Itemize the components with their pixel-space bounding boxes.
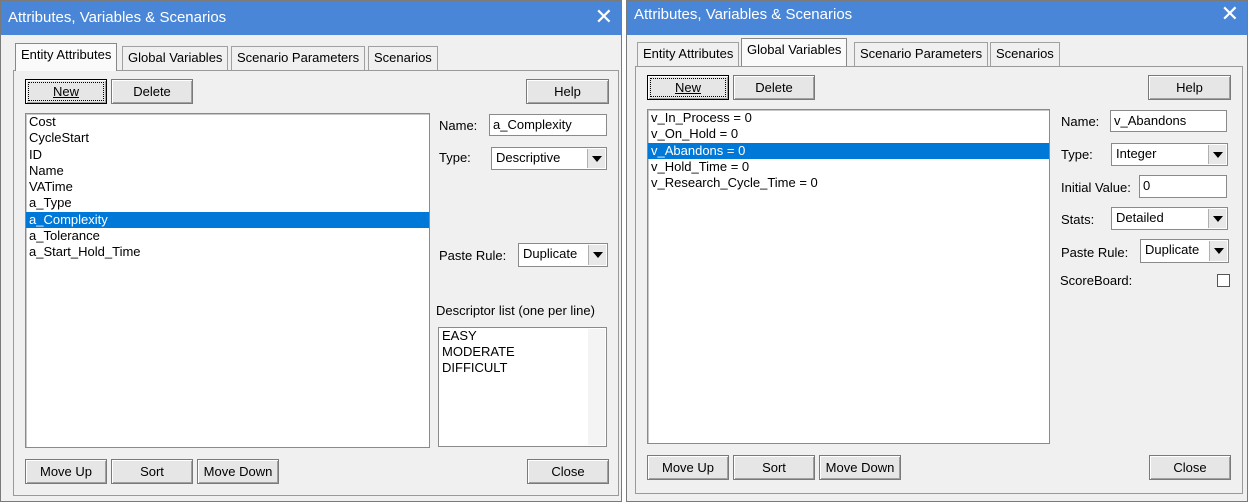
type-select-value: Integer: [1116, 146, 1157, 161]
window-title: Attributes, Variables & Scenarios: [8, 9, 227, 26]
descriptor-line: MODERATE: [442, 344, 515, 359]
window-title: Attributes, Variables & Scenarios: [634, 6, 853, 23]
close-icon[interactable]: ✕: [1221, 1, 1239, 27]
stats-select[interactable]: Detailed: [1111, 207, 1228, 230]
move-down-button[interactable]: Move Down: [197, 459, 279, 484]
attributes-list[interactable]: Cost CycleStart ID Name VATime a_Type a_…: [25, 113, 430, 448]
variables-list[interactable]: v_In_Process = 0 v_On_Hold = 0 v_Abandon…: [647, 109, 1050, 444]
chevron-down-icon: [1208, 209, 1226, 228]
scoreboard-label: ScoreBoard:: [1060, 273, 1133, 288]
list-item[interactable]: v_On_Hold = 0: [648, 126, 1049, 142]
close-button[interactable]: Close: [527, 459, 609, 484]
type-label: Type:: [1061, 147, 1093, 162]
delete-button[interactable]: Delete: [733, 75, 815, 100]
list-item[interactable]: Cost: [26, 114, 429, 130]
type-select[interactable]: Descriptive: [491, 147, 607, 170]
chevron-down-icon: [587, 149, 605, 168]
type-select[interactable]: Integer: [1111, 143, 1228, 166]
move-up-button-label: Move Up: [661, 460, 715, 475]
delete-button-label: Delete: [755, 80, 793, 95]
tab-entity-attributes[interactable]: Entity Attributes: [637, 42, 740, 66]
tab-scenarios[interactable]: Scenarios: [368, 46, 438, 70]
dialog-global-variables: Attributes, Variables & Scenarios ✕ Enti…: [626, 0, 1248, 502]
initial-value-label: Initial Value:: [1061, 180, 1131, 195]
sort-button-label: Sort: [140, 464, 164, 479]
paste-rule-value: Duplicate: [523, 246, 578, 261]
list-item-selected[interactable]: v_Abandons = 0: [648, 142, 1049, 159]
name-label: Name:: [1061, 114, 1100, 129]
stats-label: Stats:: [1061, 212, 1095, 227]
list-item[interactable]: v_Hold_Time = 0: [648, 159, 1049, 175]
new-button-label: New: [674, 80, 701, 95]
list-item[interactable]: a_Type: [26, 195, 429, 211]
dialog-entity-attributes: Attributes, Variables & Scenarios ✕ Enti…: [0, 0, 622, 502]
list-item[interactable]: Name: [26, 163, 429, 179]
new-button-label: New: [52, 84, 79, 99]
name-field[interactable]: a_Complexity: [489, 114, 607, 136]
move-down-button-label: Move Down: [825, 460, 895, 475]
type-label: Type:: [439, 150, 471, 165]
move-up-button[interactable]: Move Up: [25, 459, 107, 484]
list-item[interactable]: VATime: [26, 179, 429, 195]
paste-rule-label: Paste Rule:: [1061, 245, 1129, 260]
list-item[interactable]: CycleStart: [26, 130, 429, 146]
sort-button[interactable]: Sort: [111, 459, 193, 484]
stats-select-value: Detailed: [1116, 210, 1164, 225]
sort-button[interactable]: Sort: [733, 455, 815, 480]
list-item[interactable]: v_In_Process = 0: [648, 110, 1049, 126]
descriptor-line: DIFFICULT: [442, 360, 508, 375]
close-button-label: Close: [551, 464, 585, 479]
move-down-button[interactable]: Move Down: [819, 455, 901, 480]
initial-value-field[interactable]: 0: [1139, 175, 1227, 198]
descriptor-line: EASY: [442, 328, 477, 343]
help-button-label: Help: [554, 84, 581, 99]
sort-button-label: Sort: [762, 460, 786, 475]
move-up-button-label: Move Up: [39, 464, 93, 479]
tab-global-variables[interactable]: Global Variables: [122, 46, 229, 70]
delete-button[interactable]: Delete: [111, 79, 193, 104]
chevron-down-icon: [1208, 145, 1226, 164]
chevron-down-icon: [1209, 241, 1227, 261]
move-up-button[interactable]: Move Up: [647, 455, 729, 480]
move-down-button-label: Move Down: [203, 464, 273, 479]
paste-rule-value: Duplicate: [1145, 242, 1200, 257]
delete-button-label: Delete: [133, 84, 171, 99]
tab-scenario-parameters[interactable]: Scenario Parameters: [854, 42, 989, 66]
help-button[interactable]: Help: [526, 79, 609, 104]
new-button[interactable]: New: [647, 75, 729, 100]
tab-global-variables[interactable]: Global Variables: [741, 38, 848, 66]
paste-rule-select[interactable]: Duplicate: [518, 243, 608, 267]
paste-rule-select[interactable]: Duplicate: [1140, 239, 1229, 263]
close-icon[interactable]: ✕: [595, 4, 613, 30]
list-item-selected[interactable]: a_Complexity: [26, 211, 429, 229]
descriptor-list-textarea[interactable]: EASY MODERATE DIFFICULT: [438, 327, 607, 447]
help-button-label: Help: [1176, 80, 1203, 95]
list-item[interactable]: a_Tolerance: [26, 228, 429, 244]
scoreboard-checkbox[interactable]: [1217, 274, 1230, 287]
descriptor-list-label: Descriptor list (one per line): [436, 303, 595, 318]
tab-panel: New Delete Help v_In_Process = 0 v_On_Ho…: [635, 66, 1243, 494]
tab-panel: New Delete Help Cost CycleStart ID Name …: [13, 70, 619, 496]
list-item[interactable]: a_Start_Hold_Time: [26, 244, 429, 260]
paste-rule-label: Paste Rule:: [439, 248, 507, 263]
new-button[interactable]: New: [25, 79, 107, 104]
tab-scenario-parameters[interactable]: Scenario Parameters: [231, 46, 366, 70]
name-label: Name:: [439, 118, 478, 133]
tab-scenarios[interactable]: Scenarios: [990, 42, 1060, 66]
type-select-value: Descriptive: [496, 150, 561, 165]
chevron-down-icon: [588, 245, 606, 265]
title-bar: Attributes, Variables & Scenarios ✕: [1, 1, 621, 35]
list-item[interactable]: v_Research_Cycle_Time = 0: [648, 175, 1049, 191]
close-button-label: Close: [1173, 460, 1207, 475]
close-button[interactable]: Close: [1149, 455, 1231, 480]
name-field[interactable]: v_Abandons: [1110, 110, 1227, 132]
title-bar: Attributes, Variables & Scenarios ✕: [627, 1, 1247, 35]
tab-entity-attributes[interactable]: Entity Attributes: [15, 43, 118, 71]
list-item[interactable]: ID: [26, 147, 429, 163]
scrollbar[interactable]: [588, 329, 605, 445]
help-button[interactable]: Help: [1148, 75, 1231, 100]
